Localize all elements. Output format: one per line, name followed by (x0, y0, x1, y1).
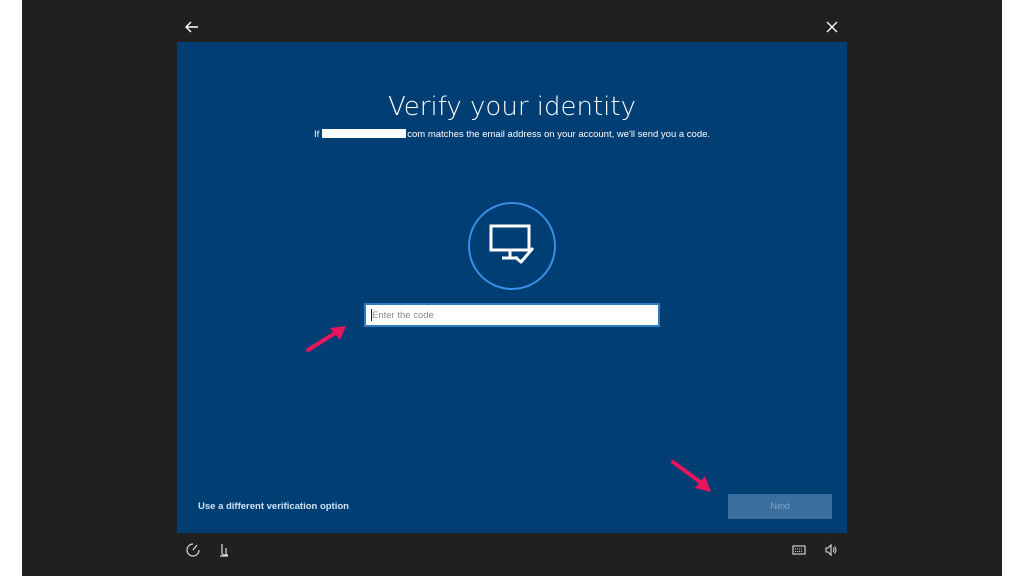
page-title: Verify your identity (388, 92, 636, 122)
verify-identity-panel: Verify your identity If com matches the e… (177, 42, 847, 533)
redacted-email (322, 129, 407, 138)
subtitle-suffix: com matches the email address on your ac… (407, 129, 711, 140)
different-verification-option-link[interactable]: Use a different verification option (198, 500, 349, 514)
monitor-check-icon (489, 224, 535, 269)
top-bar (177, 12, 847, 42)
ease-of-access-icon[interactable] (185, 542, 201, 558)
verification-code-input[interactable] (364, 303, 660, 327)
accessibility-icon[interactable] (216, 542, 232, 558)
annotation-arrow-next (671, 460, 711, 492)
screen: Verify your identity If com matches the e… (22, 0, 1002, 576)
annotation-arrow-input (306, 326, 346, 352)
bottom-bar (177, 533, 847, 567)
keyboard-icon[interactable] (791, 542, 807, 558)
volume-icon[interactable] (823, 542, 839, 558)
close-icon[interactable] (820, 15, 844, 39)
subtitle-prefix: If (313, 129, 320, 140)
subtitle: If com matches the email address on your … (177, 128, 847, 142)
device-circle (468, 202, 556, 290)
next-button[interactable]: Next (728, 494, 832, 519)
text-caret (371, 309, 372, 321)
back-arrow-icon[interactable] (180, 15, 204, 39)
